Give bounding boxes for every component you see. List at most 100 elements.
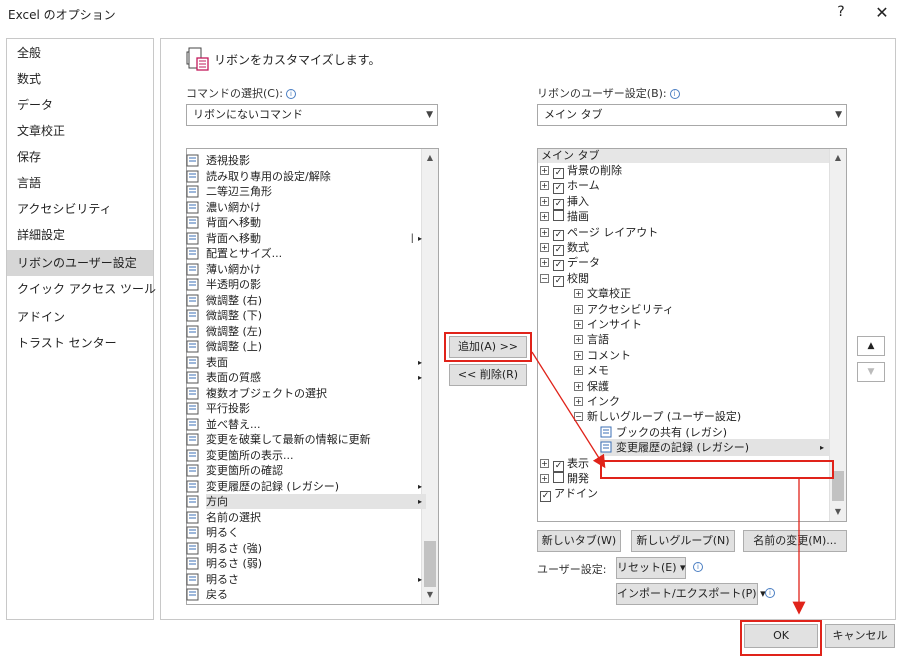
import-export-dropdown-button[interactable]: インポート/エクスポート(P) ▾ xyxy=(616,583,766,605)
command-list-item[interactable]: 背面へ移動 ▏▸ xyxy=(206,231,426,246)
command-label: 二等辺三角形 xyxy=(206,185,272,198)
remove-button[interactable]: << 削除(R) xyxy=(449,364,527,386)
expand-icon[interactable]: + xyxy=(574,289,583,299)
add-button[interactable]: 追加(A) >> xyxy=(449,336,527,358)
move-down-button[interactable]: ▼ xyxy=(857,362,885,382)
command-list-item[interactable]: 明るさ (強) xyxy=(206,541,426,556)
close-button[interactable]: ✕ xyxy=(872,3,892,25)
cancel-button[interactable]: キャンセル xyxy=(825,624,895,648)
checkbox-unchecked[interactable] xyxy=(553,210,564,222)
expand-icon[interactable]: + xyxy=(540,181,549,191)
checkbox-checked[interactable]: ✓ xyxy=(553,275,564,287)
ok-button[interactable]: OK xyxy=(744,624,818,648)
collapse-icon[interactable]: − xyxy=(574,412,583,422)
scroll-thumb[interactable] xyxy=(832,471,844,501)
command-list-item[interactable]: 半透明の影 xyxy=(206,277,426,292)
tree-item-label: ページ レイアウト xyxy=(567,225,659,239)
collapse-icon[interactable]: − xyxy=(540,273,549,283)
command-list-item[interactable]: 変更箇所の表示... xyxy=(206,448,426,463)
command-list-item[interactable]: 表面の質感 ▸ xyxy=(206,370,426,385)
scroll-down-arrow-icon[interactable]: ▼ xyxy=(830,504,846,520)
customize-ribbon-icon xyxy=(186,47,209,71)
checkbox-checked[interactable]: ✓ xyxy=(540,491,551,503)
submenu-arrow-icon: ▸ xyxy=(417,481,422,491)
command-list-item[interactable]: 明るさ ▸ xyxy=(206,572,426,587)
choose-commands-combo[interactable]: リボンにないコマンド ▼ xyxy=(186,104,438,126)
command-list-item[interactable]: 複数オブジェクトの選択 xyxy=(206,386,426,401)
category-nav: 全般 数式 データ 文章校正 保存 言語 アクセシビリティ 詳細設定 リボンのユ… xyxy=(6,38,184,620)
command-list-item[interactable]: 明るさ (弱) xyxy=(206,556,426,571)
new-tab-button[interactable]: 新しいタブ(W) xyxy=(537,530,621,552)
tree-item-label: 背景の削除 xyxy=(567,164,622,177)
command-list-item[interactable]: 濃い網かけ xyxy=(206,200,426,215)
expand-icon[interactable]: + xyxy=(540,243,549,252)
reset-dropdown-button[interactable]: リセット(E) ▾ xyxy=(616,557,686,579)
ribbon-tree-scrollbar[interactable]: ▲ ▼ xyxy=(829,149,846,521)
command-list-item[interactable]: 配置とサイズ... xyxy=(206,246,426,261)
scroll-up-arrow-icon[interactable]: ▲ xyxy=(830,150,846,166)
move-up-button[interactable]: ▲ xyxy=(857,336,885,356)
nav-item-formulas[interactable]: 数式 xyxy=(7,67,153,91)
expand-icon[interactable]: + xyxy=(540,474,549,483)
ribbon-tabs-combo[interactable]: メイン タブ ▼ xyxy=(537,104,847,126)
command-list-item[interactable]: 変更を破棄して最新の情報に更新 xyxy=(206,432,426,447)
command-list-item[interactable]: 薄い網かけ xyxy=(206,262,426,277)
info-icon[interactable]: i xyxy=(285,89,296,99)
expand-icon[interactable]: + xyxy=(540,458,549,468)
help-button[interactable]: ? xyxy=(832,4,850,24)
expand-icon[interactable]: + xyxy=(574,335,583,345)
nav-item-proofing[interactable]: 文章校正 xyxy=(7,119,153,143)
nav-item-language[interactable]: 言語 xyxy=(7,171,153,195)
command-list-item[interactable]: 微調整 (下) xyxy=(206,308,426,323)
command-list-item[interactable]: 変更履歴の記録 (レガシー) ▸ xyxy=(206,479,426,494)
nav-item-advanced[interactable]: 詳細設定 xyxy=(7,223,153,247)
nav-item-trust-center[interactable]: トラスト センター xyxy=(7,331,153,355)
tree-item-label: 変更履歴の記録 (レガシー) xyxy=(616,441,750,455)
expand-icon[interactable]: + xyxy=(574,366,583,376)
command-list-item[interactable]: 表面 ▸ xyxy=(206,355,426,370)
info-icon[interactable]: i xyxy=(765,588,775,598)
rename-button[interactable]: 名前の変更(M)... xyxy=(743,530,847,552)
tree-item-label: インサイト xyxy=(587,318,642,331)
command-list-item[interactable]: 背面へ移動 xyxy=(206,215,426,230)
nav-item-save[interactable]: 保存 xyxy=(7,145,153,169)
command-list-item[interactable]: 変更箇所の確認 xyxy=(206,463,426,478)
expand-icon[interactable]: + xyxy=(540,258,549,268)
info-icon[interactable]: i xyxy=(693,562,703,572)
nav-item-general[interactable]: 全般 xyxy=(7,41,153,65)
command-list-item[interactable]: 微調整 (左) xyxy=(206,324,426,339)
nav-item-data[interactable]: データ xyxy=(7,93,153,117)
expand-icon[interactable]: + xyxy=(540,212,549,222)
expand-icon[interactable]: + xyxy=(574,397,583,406)
command-list-item[interactable]: 戻る xyxy=(206,587,426,602)
command-icon xyxy=(185,511,201,525)
command-list-item[interactable]: 二等辺三角形 xyxy=(206,184,426,199)
expand-icon[interactable]: + xyxy=(574,304,583,314)
expand-icon[interactable]: + xyxy=(574,381,583,391)
command-list-item[interactable]: 平行投影 xyxy=(206,401,426,416)
checkbox-unchecked[interactable] xyxy=(553,472,564,483)
tree-item[interactable]: ✓ アドイン xyxy=(540,485,830,503)
command-list-item[interactable]: 並べ替え... xyxy=(206,417,426,432)
expand-icon[interactable]: + xyxy=(540,166,549,175)
nav-item-customize-ribbon[interactable]: リボンのユーザー設定 xyxy=(7,250,153,276)
command-list-item[interactable]: 微調整 (右) xyxy=(206,293,426,308)
command-list-item[interactable]: 明るく xyxy=(206,525,426,540)
info-icon[interactable]: i xyxy=(669,89,680,99)
expand-icon[interactable]: + xyxy=(540,196,549,206)
choose-commands-label-text: コマンドの選択(C): xyxy=(186,87,283,100)
expand-icon[interactable]: + xyxy=(574,320,583,329)
command-label: 明るさ (弱) xyxy=(206,557,263,570)
nav-item-addins[interactable]: アドイン xyxy=(7,305,153,329)
command-list-item[interactable]: 微調整 (上) xyxy=(206,339,426,354)
command-list-item[interactable]: 方向 ▸ xyxy=(206,494,426,509)
command-list-item[interactable]: 名前の選択 xyxy=(206,510,426,525)
command-list-item[interactable]: 読み取り専用の設定/解除 xyxy=(206,169,426,184)
nav-item-accessibility[interactable]: アクセシビリティ xyxy=(7,197,153,221)
new-group-button[interactable]: 新しいグループ(N) xyxy=(631,530,735,552)
command-label: 半透明の影 xyxy=(206,278,261,291)
command-list-item[interactable]: 透視投影 xyxy=(206,153,426,168)
expand-icon[interactable]: + xyxy=(574,350,583,360)
expand-icon[interactable]: + xyxy=(540,227,549,237)
nav-item-quick-access-toolbar[interactable]: クイック アクセス ツール バー xyxy=(7,277,184,301)
